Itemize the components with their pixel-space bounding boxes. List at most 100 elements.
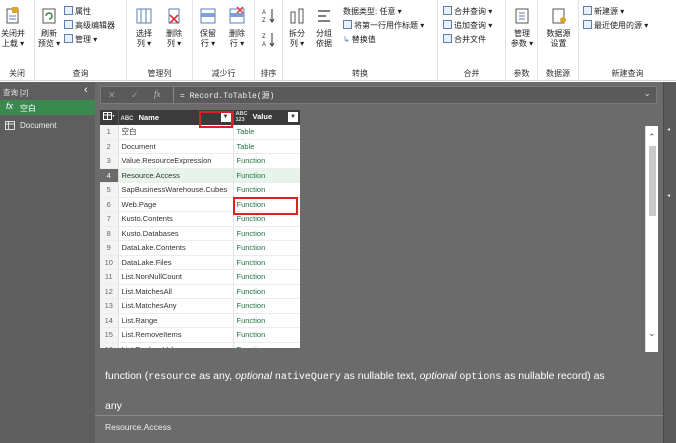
- cell-name[interactable]: Kusto.Contents: [118, 211, 234, 227]
- sidebar-item-document[interactable]: Document: [0, 118, 95, 133]
- cell-value[interactable]: Table: [233, 139, 300, 154]
- cell-value[interactable]: Function: [233, 313, 300, 328]
- scroll-down-icon[interactable]: ⌄: [648, 328, 656, 339]
- refresh-preview-button[interactable]: 刷新 预览 ▾: [37, 6, 61, 49]
- row-number[interactable]: 3: [100, 153, 119, 169]
- manage-parameters-button[interactable]: 管理 参数 ▾: [509, 6, 535, 49]
- row-number[interactable]: 10: [100, 255, 119, 270]
- cell-name[interactable]: Kusto.Databases: [118, 226, 234, 241]
- row-number[interactable]: 13: [100, 298, 119, 314]
- scroll-up-icon[interactable]: ⌃: [648, 132, 656, 143]
- cell-name[interactable]: List.Range: [118, 313, 234, 328]
- cell-value[interactable]: Table: [233, 124, 300, 140]
- append-queries-button[interactable]: 追加查询 ▾: [443, 20, 492, 32]
- cell-name[interactable]: List.MatchesAny: [118, 298, 234, 314]
- table-row[interactable]: 13 List.MatchesAny Function: [100, 298, 300, 314]
- properties-button[interactable]: 属性: [64, 6, 91, 18]
- row-number[interactable]: 14: [100, 313, 119, 328]
- cell-name[interactable]: DataLake.Files: [118, 255, 234, 270]
- vertical-scrollbar[interactable]: ⌃ ⌄: [645, 126, 658, 352]
- query-settings-pane-collapsed[interactable]: ◂ ◂: [663, 82, 676, 443]
- sort-descending-button[interactable]: ZA: [261, 30, 277, 53]
- new-source-button[interactable]: 新建源 ▾: [583, 6, 624, 18]
- table-row[interactable]: 3 Value.ResourceExpression Function: [100, 153, 300, 169]
- expand-formula-icon[interactable]: ⌄: [643, 88, 651, 99]
- table-row[interactable]: 5 SapBusinessWarehouse.Cubes Function: [100, 182, 300, 198]
- sidebar-item-blank[interactable]: fx 空白: [0, 100, 95, 115]
- use-first-row-button[interactable]: 将第一行用作标题 ▾: [343, 20, 424, 32]
- table-row[interactable]: 2 Document Table: [100, 139, 300, 154]
- table-row[interactable]: 8 Kusto.Databases Function: [100, 226, 300, 241]
- table-row[interactable]: 12 List.MatchesAll Function: [100, 284, 300, 299]
- cell-value[interactable]: Function: [233, 342, 300, 348]
- manage-button[interactable]: 管理 ▾: [64, 34, 97, 46]
- advanced-editor-button[interactable]: 高级编辑器: [64, 20, 115, 32]
- cell-name[interactable]: Resource.Access: [118, 168, 234, 183]
- remove-rows-button[interactable]: 删除 行 ▾: [225, 6, 249, 49]
- table-row[interactable]: 11 List.NonNullCount Function: [100, 269, 300, 285]
- cell-value[interactable]: Function: [233, 153, 300, 169]
- merge-queries-button[interactable]: 合并查询 ▾: [443, 6, 492, 18]
- cell-name[interactable]: DataLake.Contents: [118, 240, 234, 256]
- cell-name[interactable]: List.NonNullCount: [118, 269, 234, 285]
- cell-value[interactable]: Function: [233, 168, 300, 183]
- replace-values-button[interactable]: ↳ 替换值: [343, 34, 376, 46]
- row-number[interactable]: 4: [100, 168, 119, 183]
- cell-name[interactable]: List.ReplaceValue: [118, 342, 234, 348]
- data-source-settings-button[interactable]: 数据源 设置: [542, 6, 575, 49]
- cell-value[interactable]: Function: [233, 327, 300, 343]
- close-and-load-button[interactable]: 关闭并 上载 ▾: [0, 6, 32, 49]
- row-number[interactable]: 15: [100, 327, 119, 343]
- collapse-pane-icon[interactable]: ‹: [84, 84, 88, 96]
- row-number[interactable]: 9: [100, 240, 119, 256]
- cell-value[interactable]: Function: [233, 182, 300, 198]
- row-number[interactable]: 16: [100, 342, 119, 348]
- scroll-thumb[interactable]: [649, 146, 656, 216]
- row-number[interactable]: 12: [100, 284, 119, 299]
- cell-value[interactable]: Function: [233, 269, 300, 285]
- row-number[interactable]: 1: [100, 124, 119, 140]
- cell-name[interactable]: SapBusinessWarehouse.Cubes: [118, 182, 234, 198]
- table-row[interactable]: 15 List.RemoveItems Function: [100, 327, 300, 343]
- pane-arrow-icon[interactable]: ◂: [667, 126, 670, 133]
- cell-value[interactable]: Function: [233, 240, 300, 256]
- cell-value[interactable]: Function: [233, 298, 300, 314]
- cell-name[interactable]: List.RemoveItems: [118, 327, 234, 343]
- row-number[interactable]: 8: [100, 226, 119, 241]
- table-menu-icon[interactable]: [100, 110, 119, 125]
- row-number[interactable]: 6: [100, 197, 119, 212]
- choose-columns-button[interactable]: 选择 列 ▾: [131, 6, 157, 49]
- cancel-icon[interactable]: ✕: [108, 90, 116, 101]
- cell-name[interactable]: Value.ResourceExpression: [118, 153, 234, 169]
- pane-arrow-icon[interactable]: ◂: [667, 192, 670, 199]
- group-by-button[interactable]: 分组 依据: [313, 6, 335, 49]
- split-column-button[interactable]: 拆分 列 ▾: [286, 6, 308, 49]
- commit-icon[interactable]: ✓: [131, 90, 139, 101]
- cell-value[interactable]: Function: [233, 226, 300, 241]
- table-row[interactable]: 16List.ReplaceValueFunction: [100, 342, 300, 348]
- row-number[interactable]: 7: [100, 211, 119, 227]
- sort-ascending-button[interactable]: AZ: [261, 6, 277, 29]
- table-row[interactable]: 10 DataLake.Files Function: [100, 255, 300, 270]
- remove-columns-button[interactable]: 删除 列 ▾: [161, 6, 187, 49]
- cell-name[interactable]: List.MatchesAll: [118, 284, 234, 299]
- keep-rows-button[interactable]: 保留 行 ▾: [196, 6, 220, 49]
- combine-files-button[interactable]: 合并文件: [443, 34, 486, 46]
- row-number[interactable]: 2: [100, 139, 119, 154]
- cell-name[interactable]: Web.Page: [118, 197, 234, 212]
- fx-insert-icon[interactable]: fx: [154, 89, 161, 99]
- recent-sources-button[interactable]: 最近使用的源 ▾: [583, 20, 648, 32]
- filter-dropdown-icon[interactable]: ▼: [288, 112, 298, 122]
- table-row[interactable]: 14 List.Range Function: [100, 313, 300, 328]
- cell-value[interactable]: Function: [233, 284, 300, 299]
- row-number[interactable]: 5: [100, 182, 119, 198]
- close-and-load-label: 关闭并 上载 ▾: [1, 29, 25, 48]
- data-type-dropdown[interactable]: 数据类型: 任意 ▾: [343, 6, 402, 18]
- row-number[interactable]: 11: [100, 269, 119, 285]
- table-row[interactable]: 9 DataLake.Contents Function: [100, 240, 300, 256]
- formula-input[interactable]: = Record.ToTable(源): [180, 90, 274, 101]
- column-header-value[interactable]: ABC 123 Value ▼: [233, 110, 300, 125]
- table-row[interactable]: 4 Resource.Access Function: [100, 168, 300, 183]
- cell-value[interactable]: Function: [233, 255, 300, 270]
- cell-name[interactable]: Document: [118, 139, 234, 154]
